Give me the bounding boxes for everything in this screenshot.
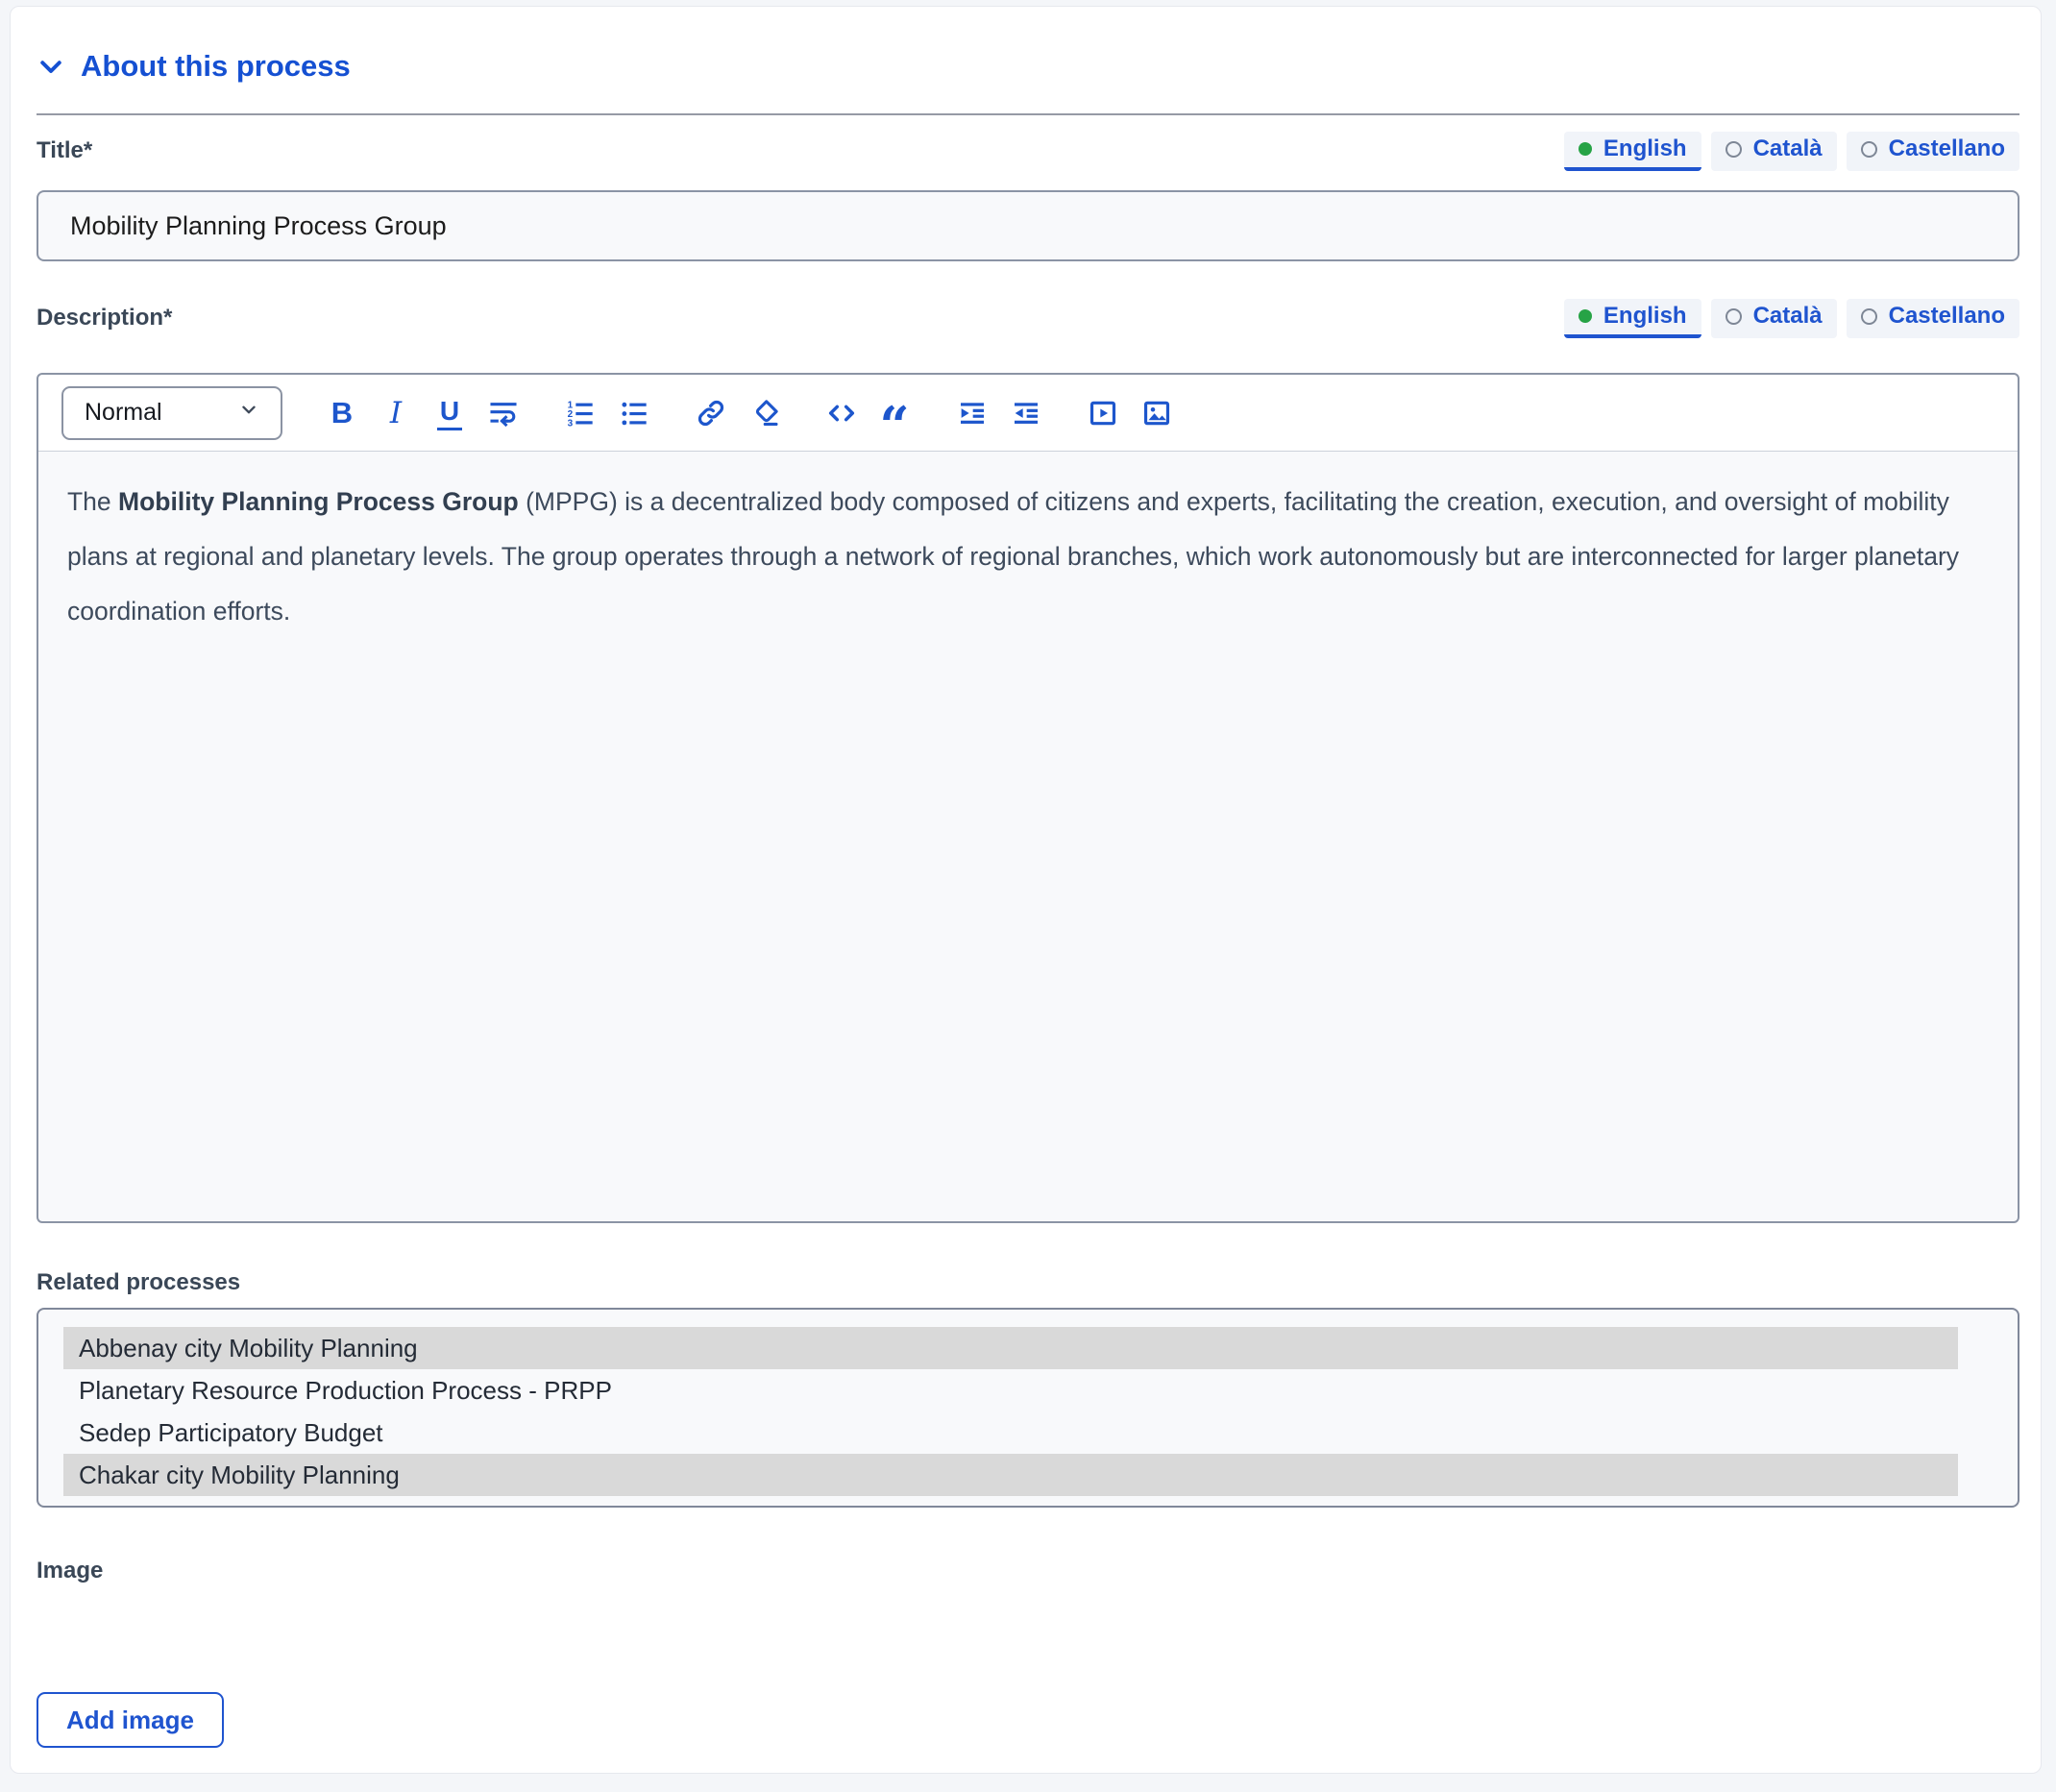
indent-decrease-icon[interactable] [1009,392,1043,434]
toolbar-group-text-style: B I U [325,392,521,434]
description-editor-content[interactable]: The Mobility Planning Process Group (MPP… [38,452,2018,1221]
description-rich-text-editor: Normal B I U 1 2 3 “ The Mobility Planni… [37,373,2019,1223]
language-tab-catala[interactable]: Català [1710,131,1837,171]
italic-icon[interactable]: I [379,392,413,434]
chevron-down-icon [238,399,259,427]
image-label: Image [37,1558,104,1583]
title-label: Title* [37,137,93,163]
indent-increase-icon[interactable] [955,392,990,434]
empty-language-circle-icon [1725,307,1742,325]
toolbar-group-blocks: “ [824,392,913,452]
toolbar-group-link [694,392,782,434]
description-language-tabs: English Català Castellano [1563,298,2019,338]
related-process-option[interactable]: Planetary Resource Production Process - … [63,1369,1958,1412]
related-process-option[interactable]: Abbenay city Mobility Planning [63,1327,1958,1369]
empty-language-circle-icon [1860,307,1877,325]
editor-toolbar: Normal B I U 1 2 3 “ [38,375,2018,452]
video-icon[interactable] [1086,392,1120,434]
language-tab-english[interactable]: English [1563,298,1701,338]
svg-text:3: 3 [568,418,574,429]
related-process-option[interactable]: Sedep Participatory Budget [63,1412,1958,1454]
blockquote-icon[interactable]: “ [878,392,913,452]
filled-language-dot-icon [1578,142,1592,156]
link-icon[interactable] [694,392,728,434]
section-toggle-about-this-process[interactable]: About this process [37,49,351,84]
title-input[interactable] [37,190,2019,261]
description-field-row: Description* English Català Castellano [37,298,2019,338]
related-processes-label: Related processes [37,1269,241,1295]
add-image-button[interactable]: Add image [37,1692,224,1748]
empty-language-circle-icon [1860,140,1877,158]
language-tab-castellano[interactable]: Castellano [1846,131,2019,171]
toolbar-group-indent [955,392,1043,434]
section-divider [37,113,2019,115]
language-tab-castellano[interactable]: Castellano [1846,298,2019,338]
line-break-icon[interactable] [486,392,521,434]
language-tab-english[interactable]: English [1563,131,1701,171]
code-icon[interactable] [824,392,859,434]
underline-icon[interactable]: U [432,392,467,434]
related-processes-multiselect[interactable]: Abbenay city Mobility Planning Planetary… [37,1308,2019,1508]
section-title: About this process [81,49,351,83]
bold-icon[interactable]: B [325,392,359,434]
image-icon[interactable] [1139,392,1174,434]
chevron-down-icon [37,52,65,81]
title-field-row: Title* English Català Castellano [37,131,2019,171]
ordered-list-icon[interactable]: 1 2 3 [563,392,598,434]
related-process-option[interactable]: Chakar city Mobility Planning [63,1454,1958,1496]
bullet-list-icon[interactable] [617,392,651,434]
toolbar-group-media [1086,392,1174,434]
filled-language-dot-icon [1578,309,1592,323]
empty-language-circle-icon [1725,140,1742,158]
about-process-card: About this process Title* English Català… [10,6,2042,1774]
language-tab-catala[interactable]: Català [1710,298,1837,338]
title-language-tabs: English Català Castellano [1563,131,2019,171]
clear-formatting-icon[interactable] [747,392,782,434]
paragraph-style-dropdown[interactable]: Normal [61,385,282,440]
description-label: Description* [37,305,173,331]
toolbar-group-lists: 1 2 3 [563,392,651,434]
